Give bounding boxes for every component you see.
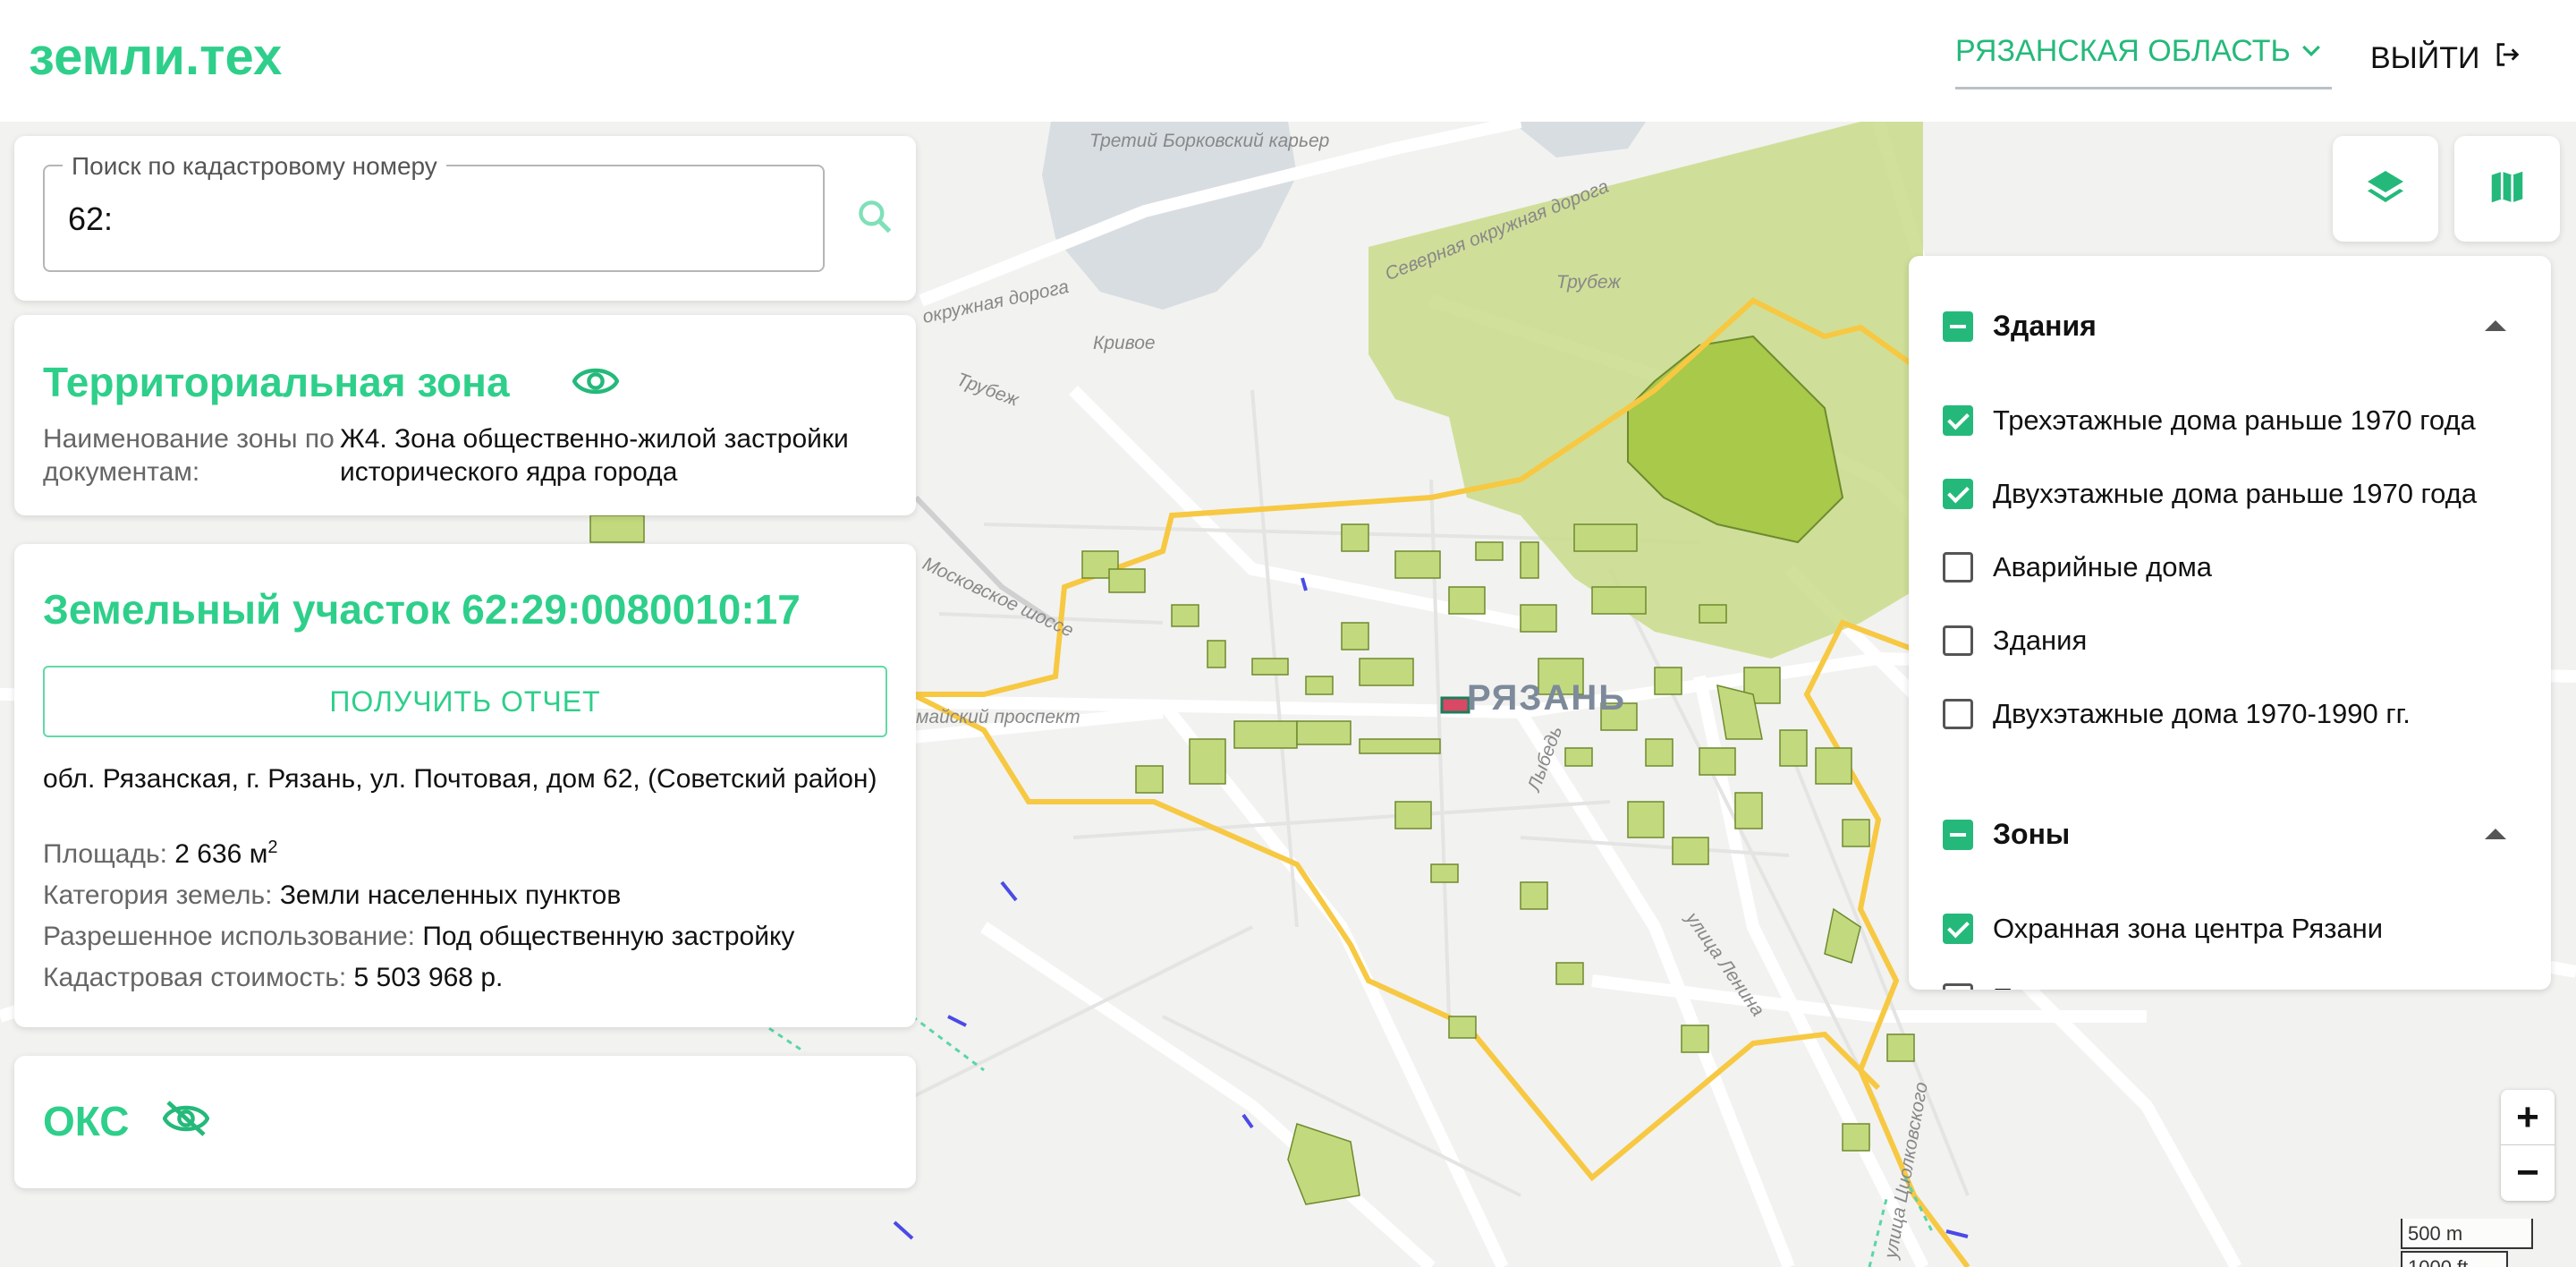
group-label: Зоны [1993,818,2071,850]
pond [1512,122,1646,157]
region-selector[interactable]: РЯЗАНСКАЯ ОБЛАСТЬ [1955,34,2332,89]
chevron-down-icon [2298,38,2325,72]
zone-name-label: Наименование зоны по документам: [43,424,335,487]
category-label: Категория земель: [43,880,273,910]
oks-card: ОКС [14,1056,916,1188]
map-label: майский проспект [916,707,1080,727]
app-header: земли.тех РЯЗАНСКАЯ ОБЛАСТЬ ВЫЙТИ [0,0,2576,122]
category-value: Земли населенных пунктов [279,880,622,910]
area-unit-sup: 2 [267,838,278,857]
eye-off-icon[interactable] [162,1099,210,1143]
search-legend: Поиск по кадастровому номеру [63,152,446,181]
area-value: 2 636 м [174,839,268,869]
cost-value: 5 503 968 р. [353,963,504,992]
caret-up-icon[interactable] [2485,320,2506,331]
logout-icon [2492,39,2522,78]
layer-item[interactable]: Здания [1943,625,2087,657]
layer-item[interactable]: Охранная зона центра Рязани [1943,913,2383,945]
scale-bar: 500 m 1000 ft [2401,1219,2533,1267]
scale-imperial: 1000 ft [2401,1251,2508,1267]
logout-button[interactable]: ВЫЙТИ [2370,39,2522,78]
layer-checkbox[interactable] [1943,699,1973,729]
parcel-category: Категория земель: Земли населенных пункт… [43,880,621,911]
map-label: Трубеж [1556,272,1621,293]
layer-checkbox[interactable] [1943,983,1973,990]
zone-name-value: Ж4. Зона общественно-жилой застройки ист… [340,424,849,487]
group-checkbox[interactable] [1943,310,1973,342]
layer-panel: Здания Трехэтажные дома раньше 1970 года… [1909,256,2551,990]
territorial-zone-card: Территориальная зона Наименование зоны п… [14,315,916,515]
parcel-address: обл. Рязанская, г. Рязань, ул. Почтовая,… [43,764,877,794]
area-label: Площадь: [43,839,167,869]
zone-title: Территориальная зона [43,359,510,405]
search-icon[interactable] [855,197,894,241]
search-card: Поиск по кадастровому номеру 62: [14,136,916,301]
parcel-cost: Кадастровая стоимость: 5 503 968 р. [43,963,503,993]
parcel-title: Земельный участок 62:29:0080010:17 [43,586,801,633]
layer-item[interactable]: Пос... [1943,982,2065,990]
group-label: Здания [1993,310,2097,342]
land-parcel-card: Земельный участок 62:29:0080010:17 ПОЛУЧ… [14,544,916,1027]
layer-item[interactable]: Двухэтажные дома раньше 1970 года [1943,478,2477,510]
layer-item[interactable]: Двухэтажные дома 1970-1990 гг. [1943,698,2411,730]
zoom-out-button[interactable]: − [2501,1145,2555,1201]
map-label: Третий Борковский карьер [1089,131,1330,151]
layer-label: Трехэтажные дома раньше 1970 года [1993,404,2476,436]
map-icon [2487,166,2528,212]
layer-label: Пос... [1993,982,2065,990]
layer-checkbox[interactable] [1943,405,1973,436]
app-logo[interactable]: земли.тех [29,27,282,87]
cost-label: Кадастровая стоимость: [43,963,347,992]
usage-label: Разрешенное использование: [43,922,415,951]
layer-group-zones[interactable]: Зоны [1943,818,2070,851]
layer-label: Охранная зона центра Рязани [1993,913,2384,944]
layer-checkbox[interactable] [1943,914,1973,944]
eye-icon[interactable] [572,363,620,404]
layer-checkbox[interactable] [1943,625,1973,656]
layer-label: Двухэтажные дома 1970-1990 гг. [1993,698,2411,729]
zoom-in-button[interactable]: + [2501,1090,2555,1145]
map-label: Кривое [1093,333,1156,353]
caret-up-icon[interactable] [2485,829,2506,839]
usage-value: Под общественную застройку [422,922,795,951]
region-label: РЯЗАНСКАЯ ОБЛАСТЬ [1955,34,2291,68]
oks-title: ОКС [43,1098,130,1144]
parcel-usage: Разрешенное использование: Под обществен… [43,922,794,952]
zoom-control: + − [2501,1090,2555,1201]
layer-label: Двухэтажные дома раньше 1970 года [1993,478,2478,509]
group-checkbox[interactable] [1943,819,1973,850]
logout-label: ВЫЙТИ [2370,41,2480,75]
layers-button[interactable] [2333,136,2438,242]
parcel-area: Площадь: 2 636 м2 [43,838,277,870]
layer-label: Здания [1993,625,2088,656]
basemap-button[interactable] [2454,136,2560,242]
search-input[interactable]: Поиск по кадастровому номеру 62: [43,152,825,272]
layer-checkbox[interactable] [1943,479,1973,509]
layer-item[interactable]: Трехэтажные дома раньше 1970 года [1943,404,2476,437]
layers-icon [2364,166,2407,213]
layer-item[interactable]: Аварийные дома [1943,551,2212,583]
layer-label: Аварийные дома [1993,551,2213,582]
selected-parcel [1440,696,1470,714]
scale-metric: 500 m [2401,1219,2533,1249]
get-report-button[interactable]: ПОЛУЧИТЬ ОТЧЕТ [43,666,887,737]
search-value[interactable]: 62: [68,200,113,238]
layer-checkbox[interactable] [1943,552,1973,582]
layer-group-buildings[interactable]: Здания [1943,310,2097,343]
city-label: РЯЗАНЬ [1467,678,1627,718]
